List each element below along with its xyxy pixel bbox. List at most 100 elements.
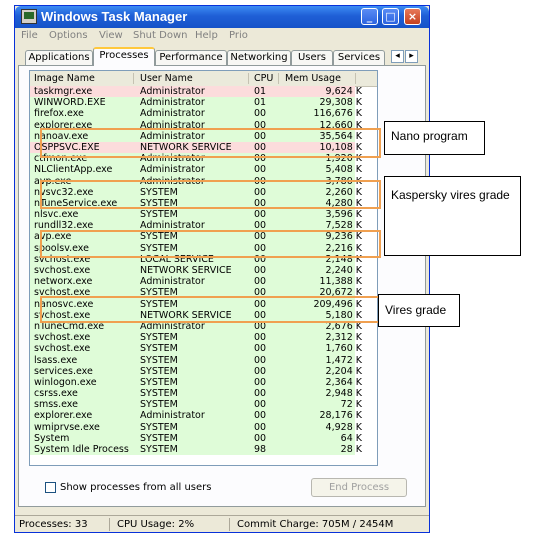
- process-image-name: WINWORD.EXE: [34, 97, 106, 109]
- process-image-name: taskmgr.exe: [34, 86, 93, 97]
- process-mem-usage: 3,596 K: [325, 209, 362, 221]
- process-mem-usage: 9,624 K: [325, 86, 362, 97]
- note-vires-grade: Vires grade: [378, 294, 460, 327]
- process-cpu: 00: [254, 209, 267, 221]
- menu-options[interactable]: Options: [49, 30, 88, 41]
- table-row[interactable]: System SYSTEM 00 64 K: [30, 432, 377, 444]
- process-mem-usage: 5,408 K: [325, 164, 362, 176]
- process-mem-usage: 1,760 K: [325, 343, 362, 355]
- tab-applications[interactable]: Applications: [25, 50, 93, 65]
- task-manager-icon: [21, 9, 37, 24]
- process-user-name: SYSTEM: [140, 365, 178, 377]
- table-row[interactable]: wmiprvse.exe SYSTEM 00 4,928 K: [30, 421, 377, 433]
- table-row[interactable]: svchost.exe SYSTEM 00 2,312 K: [30, 332, 377, 344]
- process-mem-usage: 72 K: [340, 399, 362, 411]
- process-image-name: csrss.exe: [34, 388, 78, 400]
- show-all-users-label: Show processes from all users: [60, 482, 212, 493]
- process-user-name: Administrator: [140, 164, 205, 176]
- process-image-name: services.exe: [34, 365, 93, 377]
- process-mem-usage: 2,204 K: [325, 365, 362, 377]
- process-cpu: 00: [254, 276, 267, 288]
- process-image-name: System Idle Process: [34, 444, 129, 455]
- process-user-name: SYSTEM: [140, 432, 178, 444]
- process-mem-usage: 2,240 K: [325, 265, 362, 276]
- table-row[interactable]: svchost.exe NETWORK SERVICE 00 2,240 K: [30, 265, 377, 277]
- table-row[interactable]: csrss.exe SYSTEM 00 2,948 K: [30, 388, 377, 400]
- process-mem-usage: 29,308 K: [319, 97, 363, 109]
- table-row[interactable]: svchost.exe SYSTEM 00 1,760 K: [30, 343, 377, 355]
- process-mem-usage: 2,364 K: [325, 376, 362, 388]
- column-cpu[interactable]: CPU: [254, 73, 273, 84]
- process-cpu: 00: [254, 343, 267, 355]
- table-row[interactable]: firefox.exe Administrator 00 116,676 K: [30, 108, 377, 120]
- process-cpu: 00: [254, 108, 267, 120]
- close-button[interactable]: ×: [404, 8, 421, 25]
- process-image-name: svchost.exe: [34, 343, 91, 355]
- menu-help[interactable]: Help: [195, 30, 218, 41]
- process-cpu: 00: [254, 388, 267, 400]
- status-cpu-usage: CPU Usage: 2%: [117, 519, 195, 530]
- process-user-name: SYSTEM: [140, 388, 178, 400]
- tab-strip: Applications Processes Performance Netwo…: [15, 46, 429, 66]
- maximize-button[interactable]: □: [382, 8, 399, 25]
- menu-shut-down[interactable]: Shut Down: [133, 30, 187, 41]
- process-cpu: 01: [254, 86, 267, 97]
- process-user-name: Administrator: [140, 276, 205, 288]
- tab-scroll-left-icon[interactable]: ◂: [391, 50, 404, 63]
- column-mem-usage[interactable]: Mem Usage: [285, 73, 341, 84]
- table-row[interactable]: winlogon.exe SYSTEM 00 2,364 K: [30, 376, 377, 389]
- process-cpu: 00: [254, 410, 267, 422]
- tab-networking[interactable]: Networking: [227, 50, 291, 65]
- highlight-kaspersky-rows-1: [40, 180, 381, 209]
- table-row[interactable]: NLClientApp.exe Administrator 00 5,408 K: [30, 164, 377, 176]
- end-process-button[interactable]: End Process: [311, 478, 407, 497]
- process-user-name: SYSTEM: [140, 444, 178, 455]
- process-mem-usage: 4,928 K: [325, 421, 362, 433]
- tab-scroll-right-icon[interactable]: ▸: [405, 50, 418, 63]
- table-row[interactable]: taskmgr.exe Administrator 01 9,624 K: [30, 86, 377, 98]
- minimize-button[interactable]: _: [361, 8, 378, 25]
- menu-priority[interactable]: Prio: [229, 30, 248, 41]
- process-image-name: System: [34, 432, 70, 444]
- table-row[interactable]: explorer.exe Administrator 00 28,176 K: [30, 410, 377, 422]
- table-row[interactable]: networx.exe Administrator 00 11,388 K: [30, 276, 377, 288]
- process-mem-usage: 64 K: [340, 432, 362, 444]
- process-mem-usage: 1,472 K: [325, 354, 362, 366]
- process-cpu: 00: [254, 399, 267, 411]
- tab-performance[interactable]: Performance: [155, 50, 227, 65]
- table-row[interactable]: services.exe SYSTEM 00 2,204 K: [30, 365, 377, 377]
- title-bar[interactable]: Windows Task Manager _ □ ×: [15, 6, 429, 28]
- tab-users[interactable]: Users: [291, 50, 333, 65]
- table-row[interactable]: nlsvc.exe SYSTEM 00 3,596 K: [30, 209, 377, 221]
- process-cpu: 00: [254, 354, 267, 366]
- process-user-name: SYSTEM: [140, 399, 178, 411]
- process-image-name: explorer.exe: [34, 410, 93, 422]
- process-user-name: SYSTEM: [140, 421, 178, 433]
- table-row[interactable]: System Idle Process SYSTEM 98 28 K: [30, 444, 377, 456]
- tab-services[interactable]: Services: [333, 50, 385, 65]
- status-commit-charge: Commit Charge: 705M / 2454M: [237, 519, 394, 530]
- process-user-name: SYSTEM: [140, 343, 178, 355]
- process-user-name: NETWORK SERVICE: [140, 265, 232, 276]
- column-user-name[interactable]: User Name: [140, 73, 193, 84]
- process-mem-usage: 2,948 K: [325, 388, 362, 400]
- table-row[interactable]: smss.exe SYSTEM 00 72 K: [30, 399, 377, 411]
- process-user-name: SYSTEM: [140, 376, 178, 388]
- process-image-name: networx.exe: [34, 276, 93, 288]
- tab-processes[interactable]: Processes: [93, 47, 155, 66]
- process-image-name: NLClientApp.exe: [34, 164, 113, 176]
- status-processes: Processes: 33: [19, 519, 88, 530]
- table-row[interactable]: lsass.exe SYSTEM 00 1,472 K: [30, 354, 377, 366]
- process-mem-usage: 11,388 K: [319, 276, 363, 288]
- table-row[interactable]: WINWORD.EXE Administrator 01 29,308 K: [30, 97, 377, 109]
- column-image-name[interactable]: Image Name: [34, 73, 95, 84]
- process-list-header: Image Name User Name CPU Mem Usage: [30, 71, 377, 87]
- menu-file[interactable]: File: [21, 30, 38, 41]
- process-user-name: Administrator: [140, 86, 205, 97]
- process-user-name: SYSTEM: [140, 332, 178, 344]
- show-all-users-checkbox[interactable]: [45, 482, 56, 493]
- window-title: Windows Task Manager: [41, 9, 188, 24]
- menu-view[interactable]: View: [99, 30, 123, 41]
- process-image-name: winlogon.exe: [34, 376, 97, 388]
- highlight-nano-rows: [40, 128, 381, 158]
